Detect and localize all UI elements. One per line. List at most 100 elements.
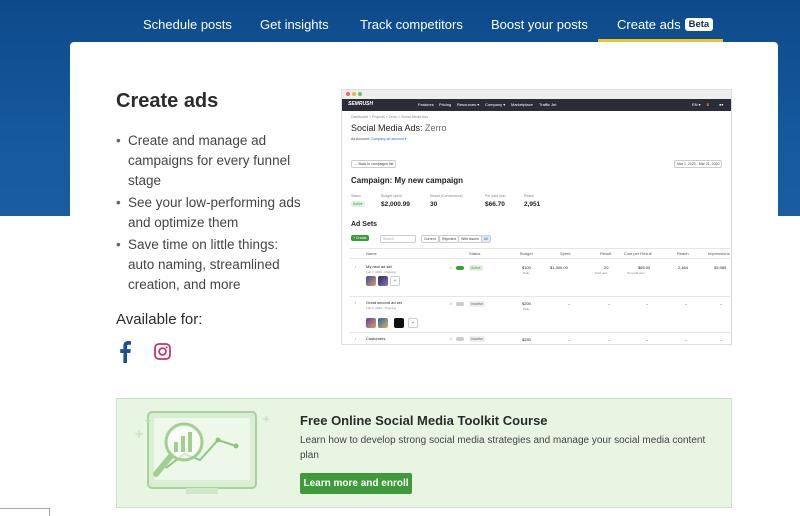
ad-sets-title: Ad Sets (351, 221, 378, 228)
status-toggle[interactable] (456, 337, 464, 341)
menu-item[interactable]: Pricing (439, 102, 451, 107)
budget-value: $100 (522, 265, 531, 270)
expand-icon[interactable]: › (355, 300, 356, 305)
enroll-button[interactable]: Learn more and enroll (300, 473, 412, 494)
tab-label: Boost your posts (491, 17, 588, 32)
feature-item: See your low-performing ads and optimize… (116, 193, 306, 233)
budget-value: $250 (522, 337, 531, 342)
filter-with-issues[interactable]: With issues (458, 235, 482, 243)
filter-rejected[interactable]: Rejected (439, 235, 459, 243)
result-value: – (608, 301, 611, 306)
ad-account-select[interactable]: Company ad account ▾ (371, 137, 407, 141)
column-header: Impressions (708, 251, 730, 256)
column-header: Cost per Result (624, 251, 652, 256)
facebook-icon[interactable] (118, 341, 132, 363)
ad-thumbnail[interactable] (378, 318, 388, 328)
column-header: Name (366, 251, 377, 256)
spent-value: – (568, 301, 571, 306)
maximize-dot-icon (358, 92, 362, 96)
ad-thumbnail[interactable] (366, 318, 376, 328)
column-header: Budget (520, 251, 533, 256)
date-range-picker[interactable]: Mar 1, 2020 - Mar 21, 2020 (674, 160, 723, 168)
warning-icon: ⚠ (449, 265, 453, 270)
tab-label: Schedule posts (143, 17, 232, 32)
campaign-title: Campaign: My new campaign (351, 176, 464, 185)
tab-label: Get insights (260, 17, 329, 32)
column-header: Reach (677, 251, 689, 256)
ad-set-name[interactable]: Customers (366, 336, 385, 341)
cost-value: – (646, 337, 649, 342)
tab-label: Create ads (617, 17, 681, 32)
ad-account: Ad Account: Company ad account ▾ (351, 137, 406, 141)
analytics-illustration-icon: + + ✦ (134, 411, 270, 494)
filter-all[interactable]: All (481, 235, 491, 243)
menu-item[interactable]: Marketplace (511, 102, 533, 107)
budget-period: Daily (523, 271, 530, 275)
section-title: Create ads (116, 90, 219, 112)
menu-item[interactable]: Features (418, 102, 434, 107)
column-header: Spent (560, 251, 571, 256)
table-divider (350, 296, 730, 297)
status-badge: Inactive (469, 336, 486, 342)
svg-text:+: + (262, 414, 270, 425)
expand-icon[interactable]: › (355, 336, 356, 341)
column-header: Status (469, 251, 481, 256)
filter-current[interactable]: Current (421, 235, 439, 243)
add-ad-icon[interactable]: + (390, 276, 400, 286)
ad-set-name[interactable]: Great second ad set (366, 300, 402, 305)
reach-value: 2,464 (678, 265, 689, 270)
page-title-text: Social Media Ads: (351, 123, 426, 133)
ad-set-date: Feb 3, 2020 - Ongoing (366, 306, 397, 310)
reach-value: – (685, 301, 688, 306)
tab-label: Track competitors (360, 17, 463, 32)
beta-badge: Beta (684, 18, 714, 31)
ad-set-name[interactable]: My new ad set (366, 264, 392, 269)
tab-create-ads[interactable]: Create ads Beta (598, 0, 723, 42)
ad-thumbnail[interactable] (394, 318, 404, 328)
tab-schedule-posts[interactable]: Schedule posts (143, 0, 232, 42)
page-title: Social Media Ads: Zerro (351, 123, 447, 133)
language-select[interactable]: EN ▾ (692, 102, 701, 107)
user-icon[interactable]: ●▾ (719, 102, 723, 107)
ad-set-date: Feb 7, 2020 - Ongoing (366, 270, 397, 274)
menu-item[interactable]: Resources ▾ (457, 102, 479, 107)
expand-icon[interactable]: › (355, 264, 356, 269)
impressions-value: – (720, 301, 723, 306)
create-button[interactable]: + Create (351, 235, 369, 241)
crown-icon: ♛ (706, 102, 710, 107)
tab-boost-posts[interactable]: Boost your posts (491, 0, 588, 42)
table-divider (350, 258, 730, 259)
warning-icon: ⚠ (449, 336, 453, 341)
instagram-icon[interactable] (154, 343, 171, 360)
ad-account-label: Ad Account: (351, 137, 371, 141)
menu-item[interactable]: Company ▾ (485, 102, 505, 107)
banner-title: Free Online Social Media Toolkit Course (300, 413, 548, 428)
feature-item: Create and manage ad campaigns for every… (116, 131, 306, 191)
breadcrumb: Dashboard > Projects > Zerro > Social Me… (351, 115, 428, 119)
result-value: – (608, 337, 611, 342)
menu-item[interactable]: Traffic Jet (539, 102, 556, 107)
warning-icon: ⚠ (449, 301, 453, 306)
cost-value: – (646, 301, 649, 306)
tab-get-insights[interactable]: Get insights (260, 0, 329, 42)
add-ad-icon[interactable]: + (408, 318, 418, 328)
app-navbar: SEMRUSH Features Pricing Resources ▾ Com… (342, 99, 731, 111)
search-input[interactable]: Search (380, 235, 416, 243)
status-toggle[interactable] (456, 266, 464, 270)
status-toggle[interactable] (456, 302, 464, 306)
result-value: 20 (604, 265, 609, 270)
stat-label: Reach (524, 194, 535, 198)
minimize-dot-icon (352, 92, 356, 96)
browser-chrome (342, 90, 731, 99)
stat-value: 30 (430, 201, 438, 208)
status-badge: Inactive (469, 301, 486, 307)
status-badge: Active (469, 265, 483, 271)
ad-thumbnail[interactable] (366, 276, 376, 286)
table-divider (350, 248, 730, 249)
product-screenshot: SEMRUSH Features Pricing Resources ▾ Com… (341, 89, 732, 345)
impressions-value: – (720, 337, 723, 342)
ad-thumbnail[interactable] (378, 276, 388, 286)
tab-track-competitors[interactable]: Track competitors (360, 0, 463, 42)
reach-value: – (685, 337, 688, 342)
back-button[interactable]: ← Back to campaigns list (351, 160, 397, 168)
